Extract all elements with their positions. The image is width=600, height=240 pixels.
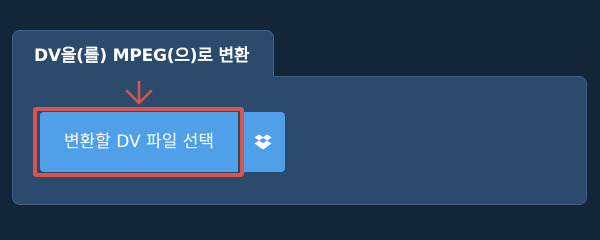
- tab-title: DV을(를) MPEG(으)로 변환: [34, 46, 250, 66]
- highlight-box: [33, 107, 244, 177]
- dropbox-button[interactable]: [240, 112, 285, 172]
- down-arrow-icon: [125, 80, 153, 105]
- dropbox-icon: [254, 134, 271, 150]
